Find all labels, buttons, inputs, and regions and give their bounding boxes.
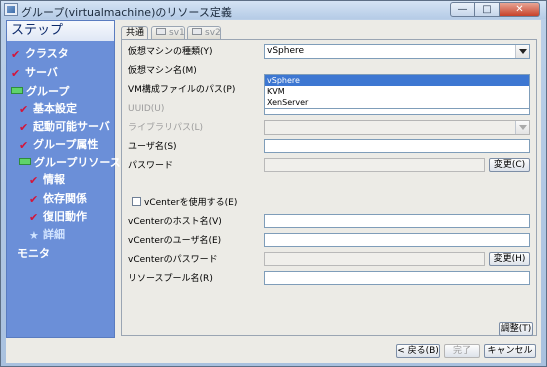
resource-pool-input[interactable]	[264, 271, 530, 285]
dialog-client: ステップ ✔ クラスタ ✔ サーバ グループ ✔ 基本設定 ✔ 起動可能サーバ ✔ グルー…	[6, 20, 541, 363]
check-icon: ✔	[19, 139, 29, 152]
server-icon	[192, 28, 202, 35]
step-panel: ステップ ✔ クラスタ ✔ サーバ グループ ✔ 基本設定 ✔ 起動可能サーバ ✔ グルー…	[6, 20, 121, 338]
chevron-down-icon	[515, 121, 529, 134]
adjust-button[interactable]: 調整(T)	[499, 322, 533, 336]
vm-type-value: vSphere	[267, 46, 305, 56]
check-icon: ✔	[19, 121, 29, 134]
check-icon: ✔	[11, 48, 21, 61]
step-label: グループ	[26, 85, 70, 98]
use-vcenter-checkbox[interactable]: vCenterを使用する(E)	[132, 197, 237, 209]
resource-pool-label: リソースプール名(R)	[128, 274, 213, 284]
step-label: 情報	[43, 173, 65, 186]
chevron-down-icon[interactable]	[515, 45, 529, 58]
vcenter-user-label: vCenterのユーザ名(E)	[128, 236, 222, 246]
step-cluster[interactable]: ✔ クラスタ	[11, 47, 69, 61]
step-startable-servers[interactable]: ✔ 起動可能サーバ	[19, 120, 110, 134]
vm-type-dropdown-list: vSphere KVM XenServer	[264, 74, 530, 109]
server-icon	[156, 28, 166, 35]
vm-type-option[interactable]: KVM	[265, 86, 529, 97]
step-label: サーバ	[25, 66, 58, 79]
uuid-label: UUID(U)	[128, 104, 165, 114]
step-basic-settings[interactable]: ✔ 基本設定	[19, 102, 77, 116]
step-label: モニタ	[17, 247, 50, 260]
vm-name-label: 仮想マシン名(M)	[128, 66, 197, 76]
step-recovery[interactable]: ✔ 復旧動作	[29, 210, 87, 224]
step-label: グループリソース	[34, 156, 121, 169]
step-group-attributes[interactable]: ✔ グループ属性	[19, 138, 98, 152]
vm-path-label: VM構成ファイルのパス(P)	[128, 85, 236, 95]
change-vcenter-password-button[interactable]: 変更(H)	[489, 252, 530, 266]
app-icon	[4, 3, 18, 16]
vcenter-host-input[interactable]	[264, 214, 530, 228]
check-icon: ✔	[29, 174, 39, 187]
user-name-input[interactable]	[264, 139, 530, 153]
step-label: クラスタ	[25, 47, 69, 60]
finish-button[interactable]: 完了	[444, 344, 480, 358]
step-group-resources[interactable]: グループリソース	[19, 156, 121, 170]
tab-sv1[interactable]: sv1	[151, 26, 185, 39]
vm-type-select[interactable]: vSphere	[264, 44, 530, 59]
star-icon: ★	[29, 229, 39, 242]
check-icon: ✔	[19, 103, 29, 116]
close-button[interactable]: ✕	[500, 2, 540, 17]
vm-type-label: 仮想マシンの種類(Y)	[128, 47, 213, 57]
step-dependency[interactable]: ✔ 依存関係	[29, 192, 87, 206]
vcenter-password-label: vCenterのパスワード	[128, 255, 218, 265]
dialog-window: グループ(virtualmachine)のリソース定義 — □ ✕ ステップ ✔…	[0, 0, 547, 367]
tab-label: sv1	[169, 28, 185, 38]
cancel-button[interactable]: キャンセル	[484, 344, 536, 358]
check-icon: ✔	[29, 193, 39, 206]
vcenter-user-input[interactable]	[264, 233, 530, 247]
step-label: 基本設定	[33, 102, 77, 115]
resource-form: 仮想マシンの種類(Y) vSphere 仮想マシン名(M) VM構成ファイルのパ…	[121, 39, 537, 336]
step-details[interactable]: ★ 詳細	[29, 228, 65, 242]
vcenter-host-label: vCenterのホスト名(V)	[128, 217, 222, 227]
tab-common[interactable]: 共通	[121, 26, 148, 40]
footer-bar: < 戻る(B) 完了 キャンセル	[6, 340, 541, 363]
library-path-label: ライブラリパス(L)	[128, 123, 204, 133]
step-info[interactable]: ✔ 情報	[29, 173, 65, 187]
step-label: グループ属性	[33, 138, 99, 151]
step-label: 詳細	[43, 228, 65, 241]
tab-label: sv2	[205, 28, 221, 38]
user-name-label: ユーザ名(S)	[128, 142, 177, 152]
back-button[interactable]: < 戻る(B)	[396, 344, 440, 358]
flag-icon	[11, 87, 23, 94]
change-password-button[interactable]: 変更(C)	[489, 158, 530, 172]
step-label: 復旧動作	[43, 210, 87, 223]
library-path-select[interactable]	[264, 120, 530, 135]
tab-sv2[interactable]: sv2	[187, 26, 221, 39]
vm-type-option[interactable]: XenServer	[265, 97, 529, 108]
tab-label: 共通	[126, 28, 145, 38]
checkbox-label: vCenterを使用する(E)	[144, 198, 238, 208]
flag-icon	[19, 158, 31, 165]
step-label: 起動可能サーバ	[33, 120, 110, 133]
check-icon: ✔	[29, 211, 39, 224]
window-title: グループ(virtualmachine)のリソース定義	[21, 6, 232, 19]
maximize-button[interactable]: □	[475, 2, 500, 17]
step-monitor[interactable]: モニタ	[17, 247, 50, 261]
password-label: パスワード	[128, 161, 174, 171]
step-panel-header: ステップ	[7, 21, 114, 41]
step-label: 依存関係	[43, 192, 87, 205]
vcenter-password-input[interactable]	[264, 252, 485, 266]
step-server[interactable]: ✔ サーバ	[11, 66, 58, 80]
minimize-button[interactable]: —	[450, 2, 475, 17]
vm-type-option[interactable]: vSphere	[265, 75, 529, 86]
title-bar[interactable]: グループ(virtualmachine)のリソース定義 — □ ✕	[1, 1, 546, 19]
check-icon: ✔	[11, 67, 21, 80]
checkbox-box[interactable]	[132, 197, 141, 206]
password-input[interactable]	[264, 158, 485, 172]
step-group[interactable]: グループ	[11, 85, 69, 99]
